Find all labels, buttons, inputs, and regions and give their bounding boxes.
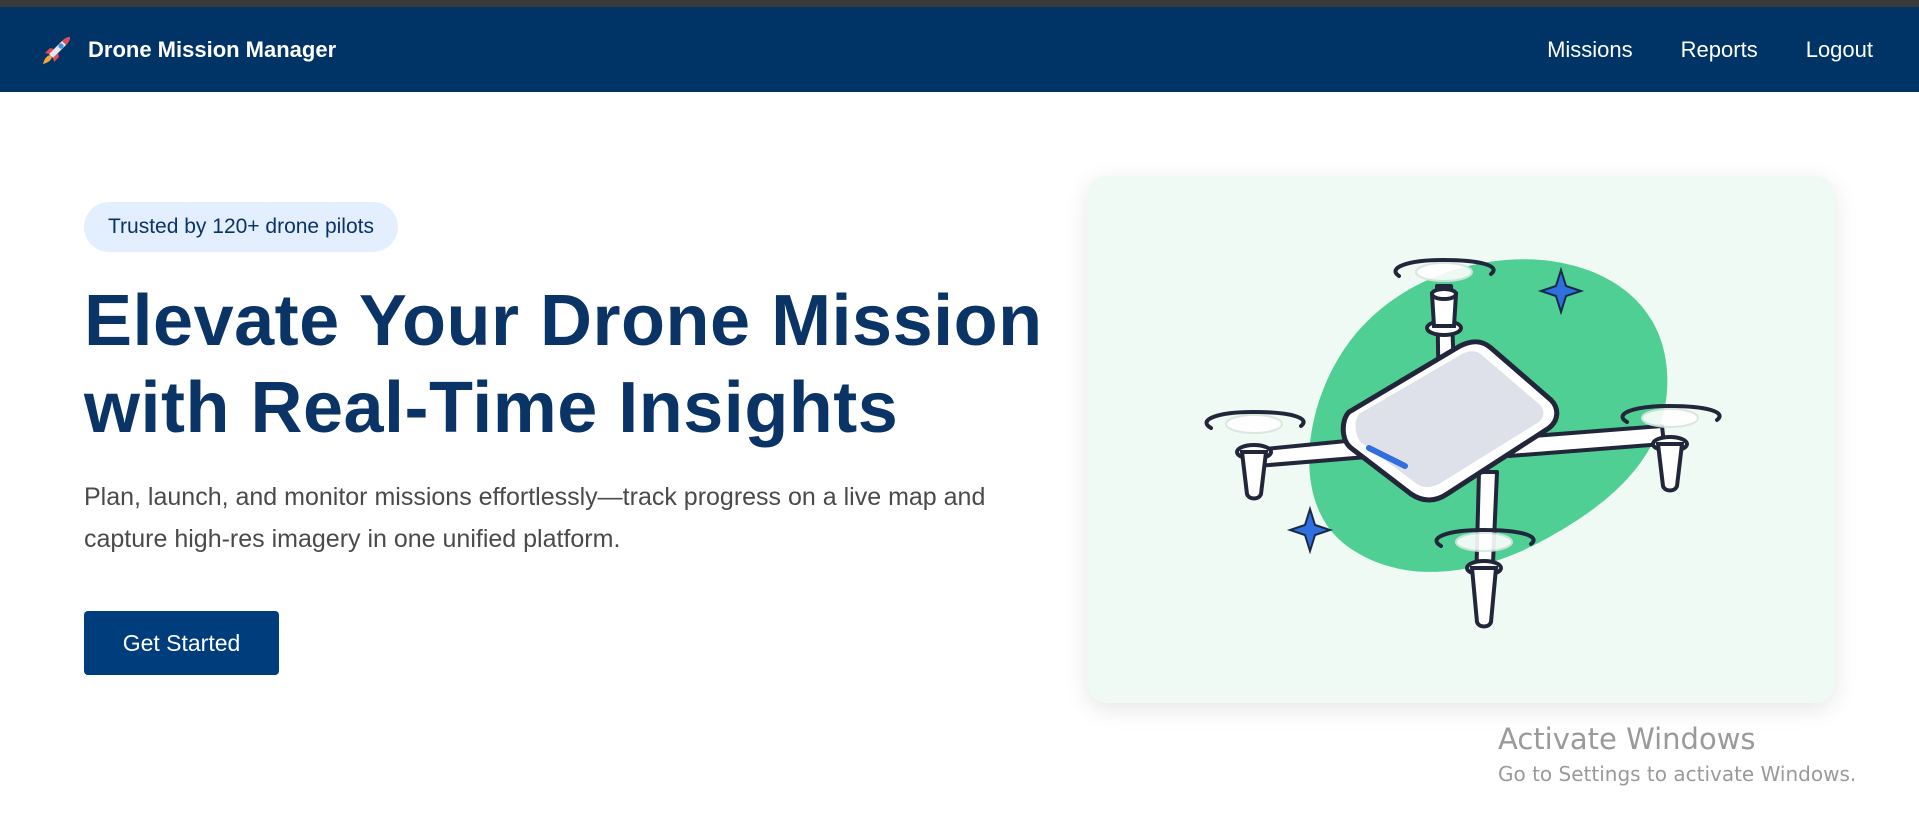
nav-link-missions[interactable]: Missions xyxy=(1547,37,1633,63)
windows-activation-watermark: Activate Windows Go to Settings to activ… xyxy=(1498,722,1856,786)
main-nav: Missions Reports Logout xyxy=(1547,37,1873,63)
hero-subtext: Plan, launch, and monitor missions effor… xyxy=(84,483,986,553)
nav-link-reports[interactable]: Reports xyxy=(1681,37,1758,63)
get-started-button[interactable]: Get Started xyxy=(84,611,279,675)
hero-headline: Elevate Your Drone Mission with Real-Tim… xyxy=(84,278,1054,452)
navbar: Drone Mission Manager Missions Reports L… xyxy=(0,7,1919,92)
illustration-card xyxy=(1087,176,1835,703)
app-title: Drone Mission Manager xyxy=(88,36,337,62)
watermark-subtitle: Go to Settings to activate Windows. xyxy=(1498,762,1857,786)
trust-badge: Trusted by 120+ drone pilots xyxy=(84,202,398,252)
nav-link-logout[interactable]: Logout xyxy=(1806,37,1873,63)
watermark-title: Activate Windows xyxy=(1498,722,1756,756)
headline-line-1: Elevate Your Drone Mission xyxy=(84,281,1043,361)
brand-link[interactable]: Drone Mission Manager xyxy=(40,33,336,67)
browser-top-strip xyxy=(0,0,1919,7)
headline-line-2: with Real-Time Insights xyxy=(84,368,899,448)
drone-icon xyxy=(1204,257,1722,629)
rocket-icon xyxy=(40,33,74,67)
